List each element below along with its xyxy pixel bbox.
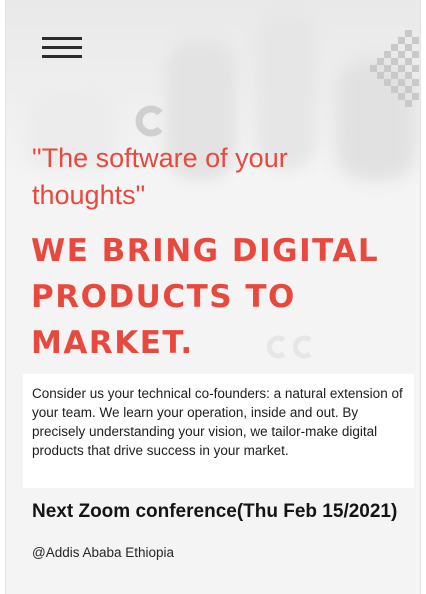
hero-headline: We bring digital products to market.	[31, 233, 380, 361]
hero-tagline: "The software of your thoughts"	[32, 143, 288, 210]
intro-card: Consider us your technical co-founders: …	[23, 374, 414, 488]
event-title: Next Zoom conference(Thu Feb 15/2021)	[32, 501, 398, 522]
checker-pattern-icon	[370, 30, 419, 107]
intro-text: Consider us your technical co-founders: …	[32, 386, 403, 458]
decorative-c-icon	[135, 105, 163, 137]
event-location: @Addis Ababa Ethiopia	[32, 545, 175, 560]
hamburger-menu-icon[interactable]	[42, 37, 82, 59]
page-frame: "The software of your thoughts" We bring…	[5, 0, 421, 594]
